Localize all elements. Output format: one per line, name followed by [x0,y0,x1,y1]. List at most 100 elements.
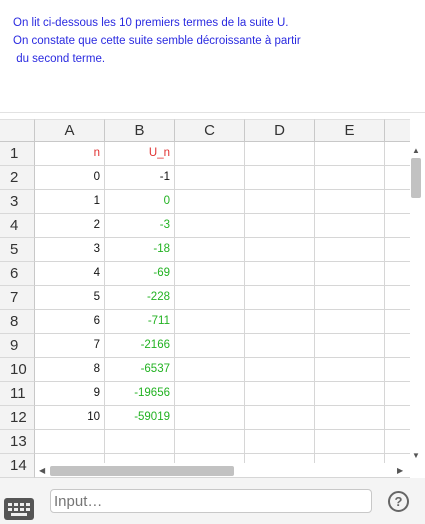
spreadsheet-cell[interactable]: -228 [105,286,175,310]
spreadsheet-cell[interactable] [315,190,385,214]
row-header[interactable]: 13 [0,430,35,454]
spreadsheet-cell[interactable] [315,238,385,262]
column-header[interactable]: D [245,119,315,142]
row-header[interactable]: 1 [0,142,35,166]
spreadsheet-cell[interactable] [385,214,410,238]
spreadsheet-cell[interactable]: 0 [105,190,175,214]
spreadsheet-cell[interactable] [175,406,245,430]
spreadsheet-cell[interactable] [175,190,245,214]
algebra-input[interactable] [50,489,372,513]
row-header[interactable]: 5 [0,238,35,262]
spreadsheet-cell[interactable] [315,406,385,430]
spreadsheet-cell[interactable]: -6537 [105,358,175,382]
spreadsheet-cell[interactable] [245,238,315,262]
spreadsheet-cell[interactable] [385,358,410,382]
spreadsheet-cell[interactable] [245,430,315,454]
spreadsheet-cell[interactable] [35,430,105,454]
spreadsheet-cell[interactable]: 3 [35,238,105,262]
spreadsheet-cell[interactable]: 5 [35,286,105,310]
corner-cell[interactable] [0,119,35,142]
spreadsheet-cell[interactable] [385,238,410,262]
spreadsheet-cell[interactable]: 1 [35,190,105,214]
spreadsheet-cell[interactable] [385,334,410,358]
spreadsheet-cell[interactable] [245,406,315,430]
horizontal-scroll-thumb[interactable] [50,466,234,476]
spreadsheet-cell[interactable] [175,334,245,358]
spreadsheet-cell[interactable] [245,190,315,214]
row-header[interactable]: 3 [0,190,35,214]
row-header[interactable]: 2 [0,166,35,190]
spreadsheet-cell[interactable] [385,190,410,214]
arrow-up-icon[interactable]: ▲ [412,146,420,155]
spreadsheet-cell[interactable] [385,262,410,286]
vertical-scroll-thumb[interactable] [411,158,421,198]
row-header[interactable]: 6 [0,262,35,286]
row-header[interactable]: 12 [0,406,35,430]
row-header[interactable]: 7 [0,286,35,310]
row-header[interactable]: 11 [0,382,35,406]
spreadsheet-cell[interactable] [385,382,410,406]
spreadsheet-cell[interactable]: 10 [35,406,105,430]
spreadsheet-cell[interactable] [175,358,245,382]
spreadsheet-cell[interactable] [245,382,315,406]
spreadsheet-cell[interactable] [245,286,315,310]
spreadsheet-cell[interactable] [105,430,175,454]
spreadsheet-cell[interactable]: -711 [105,310,175,334]
spreadsheet[interactable]: A B C D E 1 n U_n 2 0 -1 3 1 0 4 2 -3 5 3 -18 6 4 -69 7 5 -228 8 6-… [0,119,410,478]
spreadsheet-cell[interactable] [315,286,385,310]
column-header[interactable]: C [175,119,245,142]
spreadsheet-cell[interactable] [175,430,245,454]
arrow-down-icon[interactable]: ▼ [412,451,420,460]
spreadsheet-cell[interactable] [315,310,385,334]
spreadsheet-cell[interactable]: 0 [35,166,105,190]
spreadsheet-cell[interactable]: -2166 [105,334,175,358]
spreadsheet-cell[interactable] [315,334,385,358]
column-header[interactable]: B [105,119,175,142]
row-header[interactable]: 9 [0,334,35,358]
spreadsheet-cell[interactable]: -19656 [105,382,175,406]
column-header[interactable]: A [35,119,105,142]
spreadsheet-cell[interactable] [385,310,410,334]
spreadsheet-cell[interactable]: -59019 [105,406,175,430]
column-header[interactable] [385,119,410,142]
spreadsheet-cell[interactable]: -3 [105,214,175,238]
spreadsheet-cell[interactable] [175,142,245,166]
row-header[interactable]: 10 [0,358,35,382]
spreadsheet-cell[interactable] [175,286,245,310]
spreadsheet-cell[interactable] [175,310,245,334]
spreadsheet-cell[interactable] [385,430,410,454]
spreadsheet-cell[interactable]: -1 [105,166,175,190]
spreadsheet-cell[interactable]: -69 [105,262,175,286]
spreadsheet-cell[interactable] [315,382,385,406]
spreadsheet-cell[interactable] [315,166,385,190]
spreadsheet-cell[interactable] [175,382,245,406]
spreadsheet-cell[interactable]: 4 [35,262,105,286]
spreadsheet-cell[interactable] [315,142,385,166]
spreadsheet-cell[interactable]: -18 [105,238,175,262]
spreadsheet-cell[interactable] [245,310,315,334]
spreadsheet-cell[interactable]: U_n [105,142,175,166]
spreadsheet-cell[interactable] [245,142,315,166]
row-header[interactable]: 4 [0,214,35,238]
spreadsheet-cell[interactable] [175,238,245,262]
spreadsheet-cell[interactable] [385,286,410,310]
arrow-right-icon[interactable]: ▶ [397,466,403,475]
spreadsheet-cell[interactable]: 6 [35,310,105,334]
spreadsheet-cell[interactable] [245,166,315,190]
spreadsheet-cell[interactable] [175,166,245,190]
spreadsheet-cell[interactable]: 8 [35,358,105,382]
spreadsheet-cell[interactable] [315,430,385,454]
column-header[interactable]: E [315,119,385,142]
spreadsheet-cell[interactable] [315,214,385,238]
spreadsheet-cell[interactable]: 2 [35,214,105,238]
spreadsheet-cell[interactable] [175,262,245,286]
arrow-left-icon[interactable]: ◀ [39,466,45,475]
spreadsheet-cell[interactable] [385,166,410,190]
row-header[interactable]: 14 [0,454,35,478]
spreadsheet-cell[interactable] [245,358,315,382]
row-header[interactable]: 8 [0,310,35,334]
spreadsheet-cell[interactable] [385,142,410,166]
spreadsheet-cell[interactable] [315,358,385,382]
spreadsheet-cell[interactable] [245,262,315,286]
spreadsheet-cell[interactable] [175,214,245,238]
